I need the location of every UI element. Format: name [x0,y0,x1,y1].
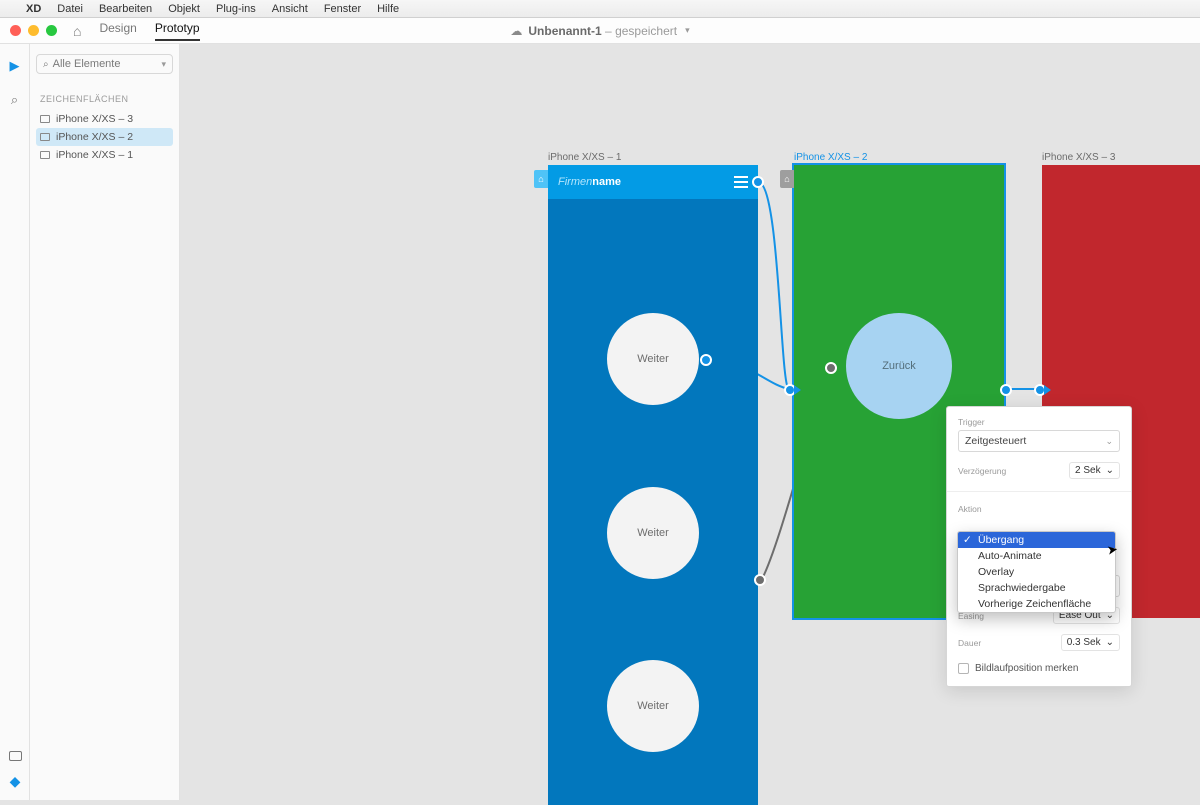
weiter-button[interactable]: Weiter [607,660,699,752]
preserve-scroll-checkbox[interactable]: Bildlaufposition merken [958,663,1120,674]
artboard-icon [40,151,50,159]
chevron-down-icon: ⌄ [1106,637,1114,648]
chevron-down-icon: ▾ [161,59,166,70]
artboard-icon [40,133,50,141]
artboard-label[interactable]: iPhone X/XS – 2 [794,152,867,163]
weiter-button[interactable]: Weiter [607,487,699,579]
home-badge-icon[interactable]: ⌂ [534,170,548,188]
chevron-down-icon: ⌄ [1105,436,1113,447]
doc-status: – gespeichert [605,24,677,38]
libraries-icon[interactable] [9,751,22,761]
menu-app[interactable]: XD [26,3,41,15]
weiter-button[interactable]: Weiter [607,313,699,405]
artboards-panel: ⌕ Alle Elemente ▾ ZEICHENFLÄCHEN iPhone X… [30,44,180,800]
artboard-item-label: iPhone X/XS – 2 [56,131,133,143]
artboard-label[interactable]: iPhone X/XS – 3 [1042,152,1115,163]
wire-node[interactable] [700,354,712,366]
filter-select[interactable]: ⌕ Alle Elemente ▾ [36,54,173,74]
zurueck-button[interactable]: Zurück [846,313,952,419]
tab-prototype[interactable]: Prototyp [155,21,200,41]
menu-window[interactable]: Fenster [324,3,361,15]
titlebar: ⌂ Design Prototyp ☁ Unbenannt-1 – gespei… [0,18,1200,44]
wire-node[interactable] [752,176,764,188]
trigger-label: Trigger [958,417,1120,427]
artboard-item[interactable]: iPhone X/XS – 3 [36,110,173,128]
mode-tabs: Design Prototyp [99,21,199,41]
maximize-icon[interactable] [46,25,57,36]
chevron-down-icon: ⌄ [1106,465,1114,476]
magnifier-icon: ⌕ [43,59,49,70]
action-dropdown: Übergang Auto-Animate Overlay Sprachwied… [957,531,1116,613]
artboard-label[interactable]: iPhone X/XS – 1 [548,152,621,163]
menu-edit[interactable]: Bearbeiten [99,3,152,15]
hamburger-icon[interactable] [734,176,748,188]
chevron-down-icon[interactable]: ▾ [685,25,690,36]
delay-select[interactable]: 2 Sek⌄ [1069,462,1120,479]
filter-label: Alle Elemente [53,58,121,70]
wire-node[interactable] [754,574,766,586]
wire-node[interactable] [1000,384,1012,396]
mac-menubar: XD Datei Bearbeiten Objekt Plug-ins Ansi… [0,0,1200,18]
artboard-item-label: iPhone X/XS – 3 [56,113,133,125]
menu-plugins[interactable]: Plug-ins [216,3,256,15]
delay-label: Verzögerung [958,466,1006,476]
section-label: ZEICHENFLÄCHEN [40,94,169,104]
duration-select[interactable]: 0.3 Sek⌄ [1061,634,1120,651]
artboard-1[interactable]: ⌂ Firmenname Weiter Weiter Weiter [548,165,758,805]
menu-object[interactable]: Objekt [168,3,200,15]
window-controls [0,25,67,36]
wire-node[interactable] [825,362,837,374]
canvas[interactable]: iPhone X/XS – 1 iPhone X/XS – 2 iPhone X… [180,44,1200,800]
dropdown-item[interactable]: Auto-Animate [958,548,1115,564]
dropdown-item[interactable]: Overlay [958,564,1115,580]
dropdown-item[interactable]: Sprachwiedergabe [958,580,1115,596]
wire-arrow-icon [794,385,801,395]
close-icon[interactable] [10,25,21,36]
select-tool-icon[interactable]: ▶ [10,58,20,74]
home-icon[interactable]: ⌂ [73,23,81,39]
artboard-item[interactable]: iPhone X/XS – 1 [36,146,173,164]
menu-help[interactable]: Hilfe [377,3,399,15]
dropdown-item[interactable]: Übergang [958,532,1115,548]
cloud-icon: ☁ [510,24,522,38]
duration-label: Dauer [958,638,981,648]
checkbox-label: Bildlaufposition merken [975,663,1078,674]
trigger-select[interactable]: Zeitgesteuert⌄ [958,430,1120,452]
tab-design[interactable]: Design [99,21,136,41]
dropdown-item[interactable]: Vorherige Zeichenfläche [958,596,1115,612]
mock-header: Firmenname [548,165,758,199]
menu-file[interactable]: Datei [57,3,83,15]
wire-arrow-icon [1044,385,1051,395]
brand-label: Firmenname [558,176,621,188]
artboard-icon [40,115,50,123]
action-label: Aktion [958,504,1120,514]
artboard-item-label: iPhone X/XS – 1 [56,149,133,161]
home-badge-icon[interactable]: ⌂ [780,170,794,188]
artboard-item[interactable]: iPhone X/XS – 2 [36,128,173,146]
minimize-icon[interactable] [28,25,39,36]
search-icon[interactable]: ⌕ [11,92,18,108]
document-title[interactable]: ☁ Unbenannt-1 – gespeichert ▾ [510,24,689,38]
checkbox-icon [958,663,969,674]
menu-view[interactable]: Ansicht [272,3,308,15]
tool-rail: ▶ ⌕ ◆ [0,44,30,800]
layers-icon[interactable]: ◆ [10,773,21,790]
doc-name: Unbenannt-1 [528,24,601,38]
